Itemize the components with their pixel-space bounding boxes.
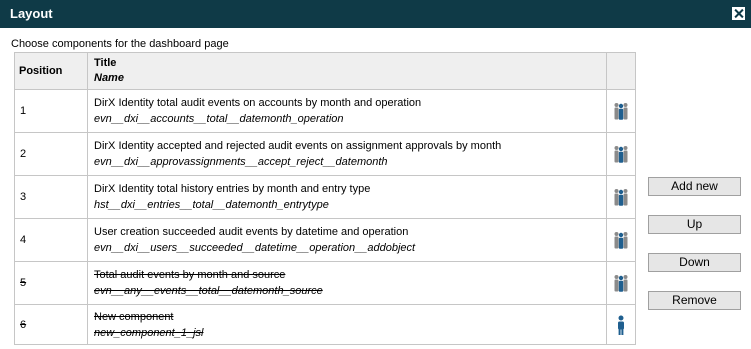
down-button[interactable]: Down bbox=[648, 253, 741, 272]
window-titlebar: Layout bbox=[0, 0, 751, 28]
row-name: hst__dxi__entries__total__datemonth_entr… bbox=[94, 199, 329, 211]
row-position: 5 bbox=[14, 261, 88, 305]
row-title-cell: DirX Identity total history entries by m… bbox=[87, 175, 607, 219]
row-position: 6 bbox=[14, 304, 88, 345]
window-title: Layout bbox=[10, 6, 53, 21]
row-position: 3 bbox=[14, 175, 88, 219]
add-new-button[interactable]: Add new bbox=[648, 177, 741, 196]
row-title: New component bbox=[94, 310, 174, 323]
row-title: User creation succeeded audit events by … bbox=[94, 226, 409, 238]
table-row[interactable]: 2 DirX Identity accepted and rejected au… bbox=[14, 132, 636, 176]
person-icon bbox=[618, 315, 624, 335]
people-group-icon bbox=[614, 146, 628, 163]
row-icon-cell bbox=[606, 304, 636, 345]
row-title: DirX Identity total audit events on acco… bbox=[94, 97, 422, 109]
table-row[interactable]: 3 DirX Identity total history entries by… bbox=[14, 175, 636, 219]
row-title: Total audit events by month and source bbox=[94, 269, 286, 281]
row-icon-cell bbox=[606, 132, 636, 176]
remove-button[interactable]: Remove bbox=[648, 291, 741, 310]
row-position: 2 bbox=[14, 132, 88, 176]
row-name: evn__dxi__accounts__total__datemonth_ope… bbox=[94, 113, 344, 125]
row-name: evn__any__events__total__datemonth_sourc… bbox=[94, 285, 323, 297]
row-title: DirX Identity accepted and rejected audi… bbox=[94, 140, 502, 152]
row-title: DirX Identity total history entries by m… bbox=[94, 183, 371, 195]
column-header-position: Position bbox=[14, 52, 88, 90]
row-title-cell: New component new_component_1_jsl bbox=[87, 304, 607, 345]
column-header-title-label: Title bbox=[94, 57, 117, 69]
column-header-name-label: Name bbox=[94, 72, 124, 84]
row-icon-cell bbox=[606, 261, 636, 305]
row-position: 1 bbox=[14, 89, 88, 133]
row-title-cell: DirX Identity accepted and rejected audi… bbox=[87, 132, 607, 176]
row-title-cell: Total audit events by month and source e… bbox=[87, 261, 607, 305]
row-name: evn__dxi__users__succeeded__datetime__op… bbox=[94, 242, 416, 254]
row-icon-cell bbox=[606, 218, 636, 262]
close-icon[interactable] bbox=[732, 7, 745, 20]
row-title-cell: DirX Identity total audit events on acco… bbox=[87, 89, 607, 133]
people-group-icon bbox=[614, 275, 628, 292]
row-name: new_component_1_jsl bbox=[94, 326, 204, 339]
table-row[interactable]: 5 Total audit events by month and source… bbox=[14, 261, 636, 305]
up-button[interactable]: Up bbox=[648, 215, 741, 234]
table-row[interactable]: 6 New component new_component_1_jsl bbox=[14, 304, 636, 345]
row-icon-cell bbox=[606, 89, 636, 133]
instruction-text: Choose components for the dashboard page bbox=[11, 38, 229, 50]
people-group-icon bbox=[614, 189, 628, 206]
components-table: Position Title Name 1 DirX Identity tota… bbox=[14, 52, 636, 345]
row-name: evn__dxi__approvassignments__accept_reje… bbox=[94, 156, 388, 168]
column-header-title: Title Name bbox=[87, 52, 607, 90]
column-header-icon bbox=[606, 52, 636, 90]
table-row[interactable]: 1 DirX Identity total audit events on ac… bbox=[14, 89, 636, 133]
row-position: 4 bbox=[14, 218, 88, 262]
people-group-icon bbox=[614, 232, 628, 249]
table-header-row: Position Title Name bbox=[14, 52, 636, 90]
row-icon-cell bbox=[606, 175, 636, 219]
people-group-icon bbox=[614, 103, 628, 120]
row-title-cell: User creation succeeded audit events by … bbox=[87, 218, 607, 262]
table-row[interactable]: 4 User creation succeeded audit events b… bbox=[14, 218, 636, 262]
